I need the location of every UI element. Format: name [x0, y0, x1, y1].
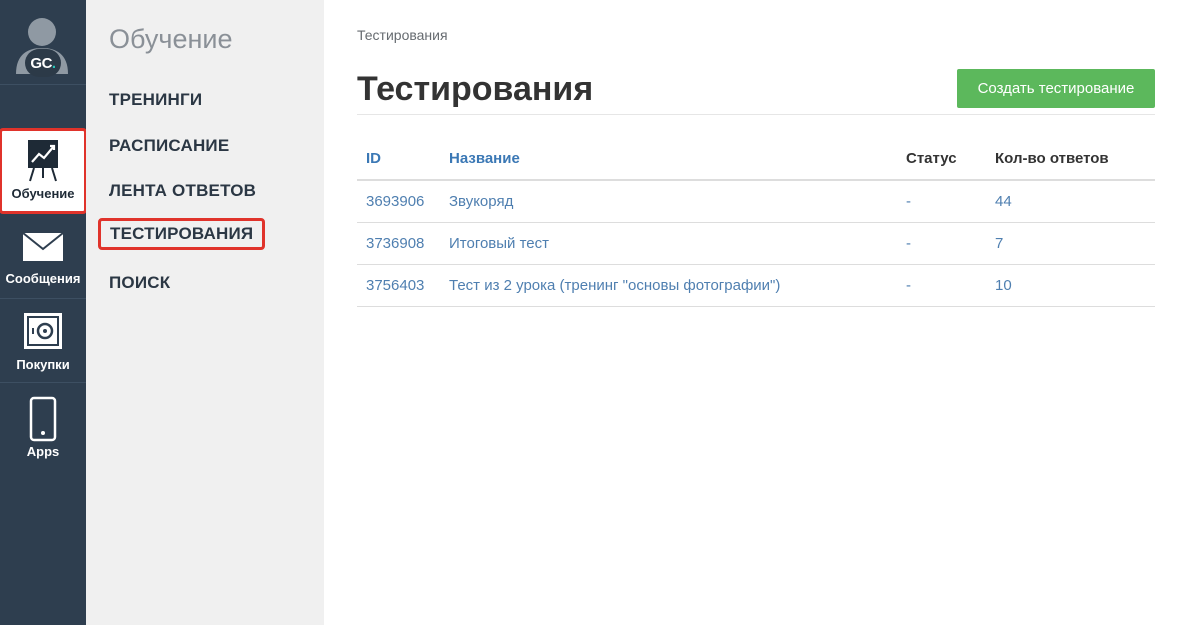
sidebar-item-answers-feed[interactable]: ЛЕНТА ОТВЕТОВ: [109, 181, 256, 201]
test-name-link[interactable]: Звукоряд: [440, 180, 897, 223]
rail-item-label: Покупки: [16, 357, 70, 372]
breadcrumb[interactable]: Тестирования: [357, 27, 448, 43]
rail-item-label: Сообщения: [5, 271, 81, 286]
presentation-chart-icon: [28, 140, 58, 182]
left-rail: GC. Обучение Сообщения Покупки Apps: [0, 0, 87, 625]
table-row: 3736908 Итоговый тест - 7: [357, 222, 1155, 265]
test-id-link[interactable]: 3756403: [357, 264, 440, 307]
test-answers-link[interactable]: 7: [986, 222, 1155, 265]
page-title: Тестирования: [357, 70, 594, 108]
sidebar-item-schedule[interactable]: РАСПИСАНИЕ: [109, 136, 229, 156]
column-header-name[interactable]: Название: [440, 137, 897, 181]
column-header-answers: Кол-во ответов: [986, 137, 1155, 181]
user-avatar-block[interactable]: GC.: [0, 0, 86, 84]
sidebar-item-trainings[interactable]: ТРЕНИНГИ: [109, 90, 202, 110]
avatar-initials-badge: GC.: [25, 49, 61, 77]
sidebar-item-search[interactable]: ПОИСК: [109, 273, 170, 293]
safe-icon: [24, 313, 62, 349]
table-row: 3756403 Тест из 2 урока (тренинг "основы…: [357, 264, 1155, 307]
test-id-link[interactable]: 3693906: [357, 180, 440, 223]
table-row: 3693906 Звукоряд - 44: [357, 180, 1155, 223]
avatar-initials-dot: .: [51, 54, 56, 72]
avatar-initials: GC: [30, 54, 52, 72]
rail-item-purchases[interactable]: Покупки: [0, 312, 86, 378]
tests-table: ID Название Статус Кол-во ответов 369390…: [357, 137, 1155, 307]
column-header-status: Статус: [897, 137, 986, 181]
test-status: -: [897, 264, 986, 307]
test-name-link[interactable]: Итоговый тест: [440, 222, 897, 265]
rail-item-messages[interactable]: Сообщения: [0, 232, 86, 294]
test-name-link[interactable]: Тест из 2 урока (тренинг "основы фотогра…: [440, 264, 897, 307]
test-status: -: [897, 222, 986, 265]
rail-item-learning[interactable]: Обучение: [0, 128, 87, 214]
title-divider: [357, 114, 1155, 115]
rail-divider: [0, 382, 86, 383]
smartphone-icon: [29, 396, 57, 442]
test-answers-link[interactable]: 44: [986, 180, 1155, 223]
rail-item-label: Apps: [26, 444, 60, 459]
table-header-row: ID Название Статус Кол-во ответов: [357, 137, 1155, 181]
column-header-id[interactable]: ID: [357, 137, 440, 181]
rail-item-apps[interactable]: Apps: [0, 396, 86, 466]
test-answers-link[interactable]: 10: [986, 264, 1155, 307]
envelope-icon: [22, 232, 64, 261]
rail-divider: [0, 84, 86, 85]
test-id-link[interactable]: 3736908: [357, 222, 440, 265]
learning-sidebar: Обучение ТРЕНИНГИ РАСПИСАНИЕ ЛЕНТА ОТВЕТ…: [86, 0, 324, 625]
create-test-button[interactable]: Создать тестирование: [957, 69, 1155, 108]
rail-divider: [0, 298, 86, 299]
sidebar-title: Обучение: [109, 24, 233, 54]
test-status: -: [897, 180, 986, 223]
sidebar-item-tests[interactable]: ТЕСТИРОВАНИЯ: [98, 218, 266, 250]
main-content: Тестирования Тестирования Создать тестир…: [357, 0, 1155, 625]
rail-item-label: Обучение: [11, 186, 75, 201]
